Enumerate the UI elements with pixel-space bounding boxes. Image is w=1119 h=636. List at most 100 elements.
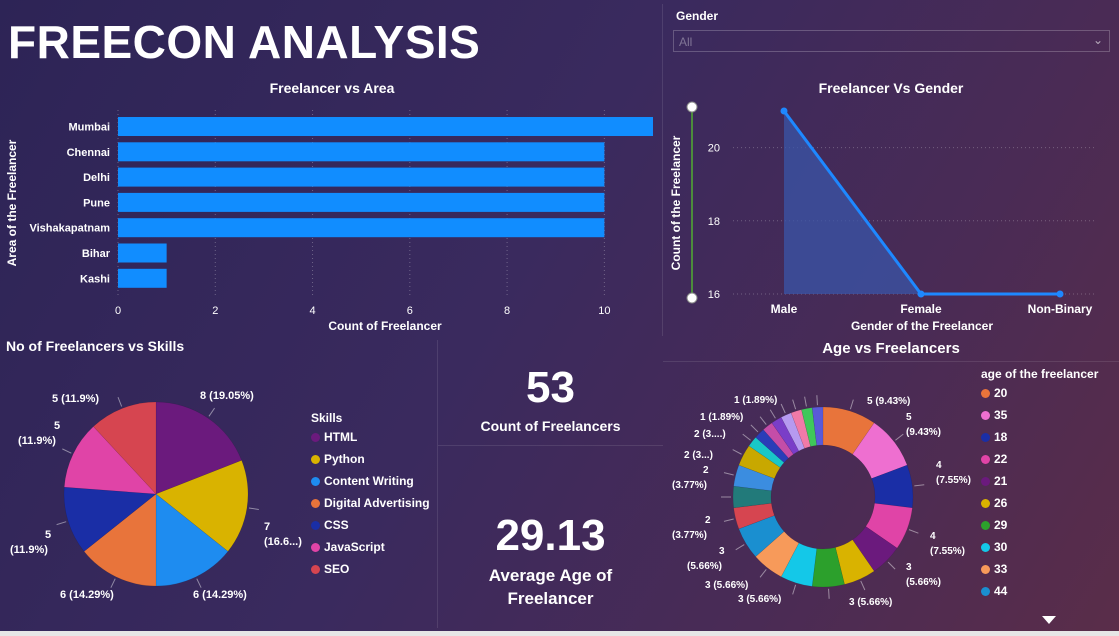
leader-line: [887, 561, 896, 570]
data-point[interactable]: [1056, 290, 1064, 298]
category-label: Bihar: [82, 248, 111, 260]
skills-legend-title: Skills: [311, 411, 343, 425]
age-legend-item-33[interactable]: 33: [981, 562, 1007, 576]
age-legend-item-35[interactable]: 35: [981, 408, 1007, 422]
series-area: [784, 111, 1060, 294]
category-label: Pune: [83, 197, 110, 209]
leader-line: [792, 584, 797, 595]
category-label: Delhi: [83, 172, 110, 184]
age-legend-item-20[interactable]: 20: [981, 386, 1007, 400]
data-label: (3.77%): [672, 530, 707, 541]
leader-line: [750, 424, 759, 433]
leader-line: [780, 403, 786, 414]
data-label: 4: [936, 460, 942, 471]
legend-dot: [981, 432, 990, 442]
leader-line: [62, 448, 72, 454]
gender-chart-title: Freelancer Vs Gender: [819, 80, 964, 96]
age-legend-item-18[interactable]: 18: [981, 430, 1007, 444]
x-tick-label: 0: [115, 305, 121, 317]
avg-age-card-value: 29.13: [495, 511, 606, 560]
legend-dot: [981, 388, 990, 398]
legend-dot: [981, 410, 990, 420]
data-point[interactable]: [780, 107, 788, 115]
legend-dot: [981, 454, 990, 464]
skills-legend-item-javascript[interactable]: JavaScript: [311, 540, 385, 554]
gender-zoom-handle-bottom[interactable]: [686, 292, 698, 304]
count-card-label: Count of Freelancers: [480, 418, 621, 434]
gender-chart-ylabel: Count of the Freelancer: [669, 135, 683, 270]
data-label: 2 (3...): [684, 450, 713, 461]
gender-slicer-dropdown[interactable]: All ⌄: [673, 30, 1110, 52]
area-bar-chart: Freelancer vs Area Mumbai Chennai Delhi Pun…: [5, 80, 653, 333]
data-label: 7: [264, 521, 270, 533]
data-label: 2: [703, 465, 709, 476]
skills-legend-item-css[interactable]: CSS: [311, 518, 349, 532]
age-legend-item-44[interactable]: 44: [981, 584, 1007, 598]
skills-legend-item-html[interactable]: HTML: [311, 430, 357, 444]
y-tick-label: 18: [708, 216, 720, 228]
leader-line: [792, 399, 797, 410]
bar[interactable]: [118, 218, 605, 238]
bar[interactable]: [118, 192, 605, 212]
skills-legend-item-content-writing[interactable]: Content Writing: [311, 474, 414, 488]
skills-legend-item-seo[interactable]: SEO: [311, 562, 349, 576]
category-label: Female: [900, 302, 942, 316]
x-tick-label: 2: [212, 305, 218, 317]
data-label: 3 (5.66%): [705, 580, 748, 591]
legend-dot: [981, 586, 990, 596]
report-title: FREECON ANALYSIS: [8, 16, 481, 68]
area-chart-xlabel: Count of Freelancer: [328, 319, 442, 333]
leader-line: [849, 399, 854, 410]
age-legend-item-22[interactable]: 22: [981, 452, 1007, 466]
gender-zoom-handle-top[interactable]: [686, 101, 698, 113]
x-tick-label: 4: [309, 305, 315, 317]
bar[interactable]: [118, 243, 167, 263]
leader-line: [196, 578, 202, 588]
age-legend-title: age of the freelancer: [981, 367, 1099, 381]
x-tick-label: 10: [598, 305, 610, 317]
legend-dot: [311, 520, 320, 530]
data-label: 4: [930, 531, 936, 542]
skills-legend-item-python[interactable]: Python: [311, 452, 365, 466]
bottom-scrollbar[interactable]: [0, 631, 1119, 636]
leader-line: [732, 449, 742, 455]
area-chart-x-ticks: 0 2 4 6 8 10: [115, 305, 611, 317]
bar[interactable]: [118, 117, 653, 136]
area-chart-title: Freelancer vs Area: [270, 80, 395, 96]
bar[interactable]: [118, 268, 167, 288]
legend-dot: [981, 520, 990, 530]
data-label: 8 (19.05%): [200, 390, 254, 402]
data-point[interactable]: [917, 290, 925, 298]
bar[interactable]: [118, 167, 605, 187]
age-legend-item-21[interactable]: 21: [981, 474, 1007, 488]
legend-dot: [311, 542, 320, 552]
category-label: Male: [771, 302, 798, 316]
legend-dot: [311, 564, 320, 574]
category-label: Vishakapatnam: [29, 223, 110, 235]
data-label: 3 (5.66%): [738, 594, 781, 605]
category-label: Chennai: [67, 147, 110, 159]
data-label: 6 (14.29%): [193, 589, 247, 601]
leader-line: [208, 407, 215, 417]
age-legend-item-26[interactable]: 26: [981, 496, 1007, 510]
bar[interactable]: [118, 142, 605, 162]
leader-line: [110, 578, 116, 588]
legend-dot: [311, 454, 320, 464]
data-label: 5 (9.43%): [867, 396, 910, 407]
leader-line: [117, 397, 123, 407]
leader-line: [895, 433, 904, 441]
x-tick-label: 6: [407, 305, 413, 317]
age-legend-item-30[interactable]: 30: [981, 540, 1007, 554]
skills-legend-item-digital-advertising[interactable]: Digital Advertising: [311, 496, 430, 510]
gender-chart-xlabel: Gender of the Freelancer: [851, 319, 993, 333]
data-label: (5.66%): [687, 561, 722, 572]
area-chart-bars: [118, 117, 653, 288]
legend-dot: [311, 432, 320, 442]
avg-age-card-label-line1: Average Age of: [488, 566, 613, 585]
data-label: (9.43%): [906, 427, 941, 438]
leader-line: [828, 588, 830, 599]
skills-pie-slices: [63, 401, 249, 587]
age-legend-item-29[interactable]: 29: [981, 518, 1007, 532]
legend-dot: [981, 542, 990, 552]
scroll-down-icon[interactable]: [1042, 616, 1056, 624]
